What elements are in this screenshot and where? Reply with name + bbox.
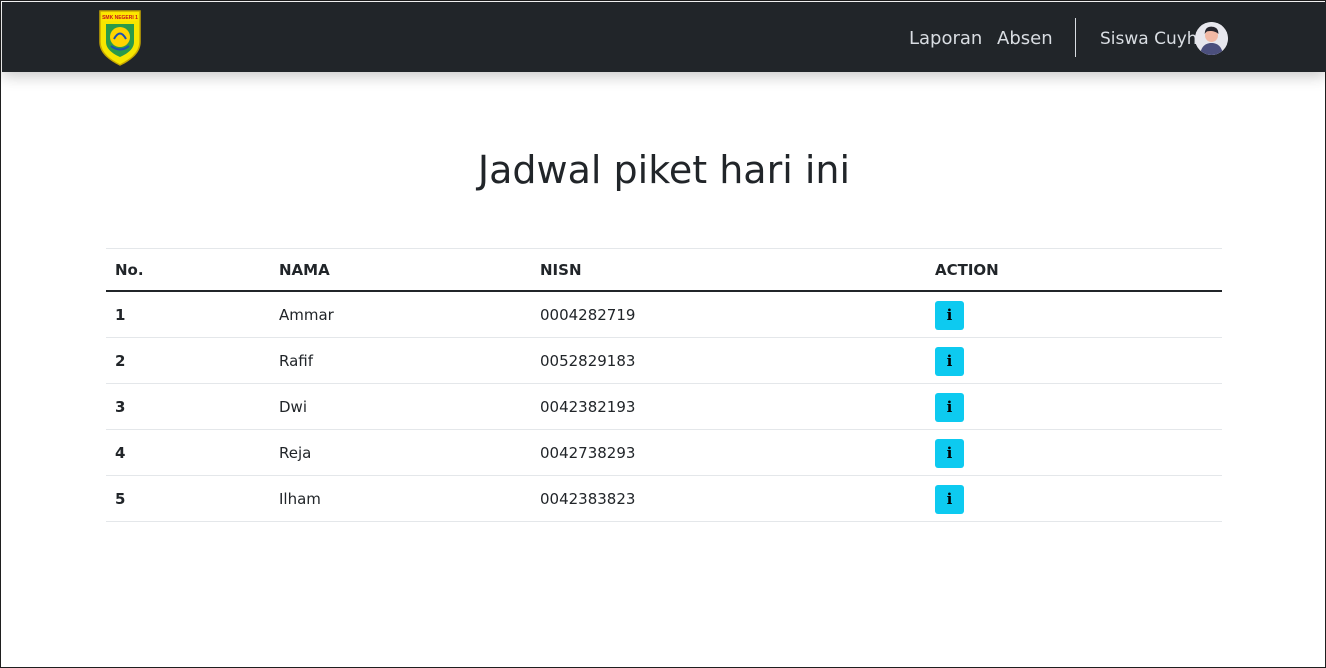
info-icon[interactable]: i — [935, 347, 964, 376]
nav-divider — [1075, 18, 1076, 57]
row-number: 1 — [106, 290, 270, 338]
action-cell: i — [926, 475, 1222, 522]
row-number: 2 — [106, 337, 270, 384]
user-avatar-icon[interactable] — [1195, 22, 1228, 55]
table-body: 1 Ammar 0004282719 i 2 Rafif 0052829183 … — [106, 290, 1222, 522]
nav-link-absen[interactable]: Absen — [997, 25, 1053, 53]
piket-table: No. NAMA NISN ACTION 1 Ammar 0004282719 … — [106, 248, 1222, 522]
info-icon[interactable]: i — [935, 393, 964, 422]
student-name: Reja — [270, 429, 531, 476]
column-header-nisn: NISN — [531, 248, 926, 292]
column-header-no: No. — [106, 248, 270, 292]
table-row: 4 Reja 0042738293 i — [106, 429, 1222, 476]
column-header-action: ACTION — [926, 248, 1222, 292]
school-crest-logo[interactable]: SMK NEGERI 1 — [97, 8, 143, 66]
user-name[interactable]: Siswa Cuyh — [1100, 25, 1198, 53]
student-nisn: 0042382193 — [531, 383, 926, 430]
student-name: Ilham — [270, 475, 531, 522]
student-nisn: 0042738293 — [531, 429, 926, 476]
table-header: No. NAMA NISN ACTION — [106, 248, 1222, 292]
row-number: 4 — [106, 429, 270, 476]
app-window: SMK NEGERI 1 Laporan Absen Siswa Cuyh Ja… — [0, 0, 1326, 668]
info-icon[interactable]: i — [935, 439, 964, 468]
info-icon[interactable]: i — [935, 301, 964, 330]
info-icon[interactable]: i — [935, 485, 964, 514]
table-row: 1 Ammar 0004282719 i — [106, 290, 1222, 338]
page-title: Jadwal piket hari ini — [477, 148, 851, 192]
student-nisn: 0004282719 — [531, 290, 926, 338]
action-cell: i — [926, 337, 1222, 384]
nav-link-laporan[interactable]: Laporan — [909, 25, 982, 53]
action-cell: i — [926, 383, 1222, 430]
row-number: 3 — [106, 383, 270, 430]
student-name: Dwi — [270, 383, 531, 430]
top-navbar: SMK NEGERI 1 Laporan Absen Siswa Cuyh — [2, 2, 1326, 72]
table-header-row: No. NAMA NISN ACTION — [106, 248, 1222, 292]
row-number: 5 — [106, 475, 270, 522]
svg-text:SMK NEGERI 1: SMK NEGERI 1 — [102, 15, 138, 21]
table-row: 2 Rafif 0052829183 i — [106, 337, 1222, 384]
column-header-nama: NAMA — [270, 248, 531, 292]
table-row: 5 Ilham 0042383823 i — [106, 475, 1222, 522]
student-name: Ammar — [270, 290, 531, 338]
action-cell: i — [926, 429, 1222, 476]
piket-table-container: No. NAMA NISN ACTION 1 Ammar 0004282719 … — [106, 248, 1222, 522]
student-name: Rafif — [270, 337, 531, 384]
student-nisn: 0052829183 — [531, 337, 926, 384]
student-nisn: 0042383823 — [531, 475, 926, 522]
table-row: 3 Dwi 0042382193 i — [106, 383, 1222, 430]
action-cell: i — [926, 290, 1222, 338]
